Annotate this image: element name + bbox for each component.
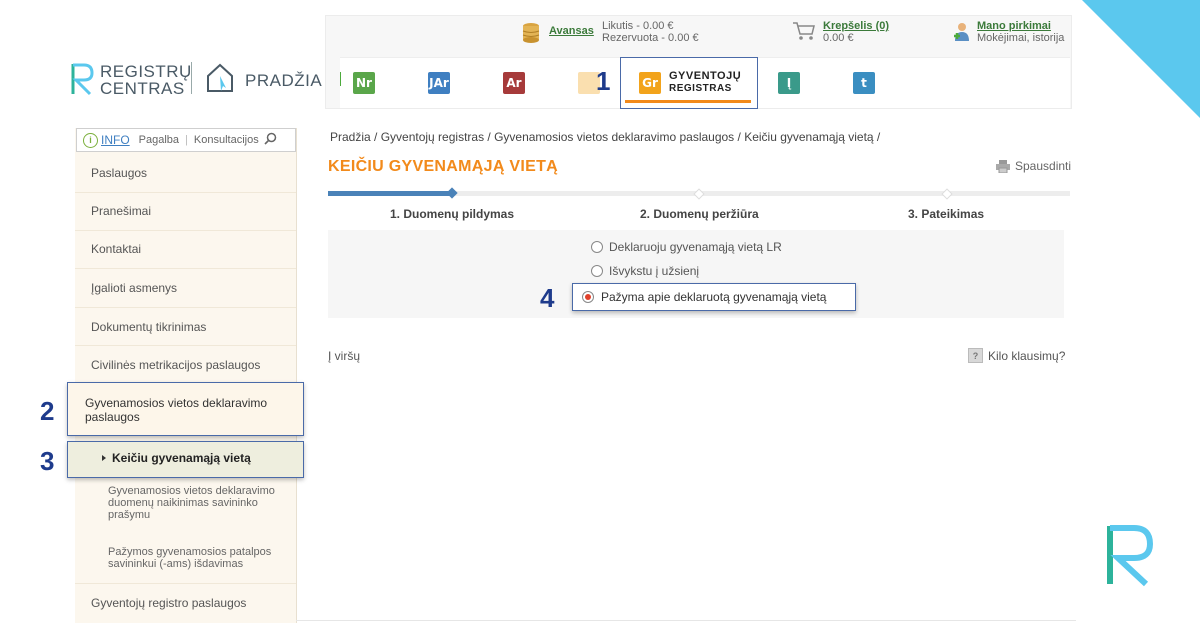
sidebar-item-paslaugos[interactable]: Paslaugos xyxy=(91,166,147,180)
option-pazyma-label[interactable]: Pažyma apie deklaruotą gyvenamąją vietą xyxy=(601,290,826,304)
sidebar-divider xyxy=(75,192,296,193)
step-1-label: 1. Duomenų pildymas xyxy=(390,207,515,221)
registru-centras-logo[interactable]: REGISTRŲ CENTRAS xyxy=(70,60,191,100)
adresu-registro-icon[interactable]: Ar xyxy=(503,72,525,94)
gyventoju-registras-icon: Gr xyxy=(639,72,661,94)
gr-label2: REGISTRAS xyxy=(669,83,732,94)
sidebar-sub-item-naikinimas[interactable]: Gyvenamosios vietos deklaravimo duomenų … xyxy=(108,485,288,521)
radio-deklaruoju[interactable] xyxy=(591,241,603,253)
sidebar-item-gyvenamosios-vietos[interactable]: Gyvenamosios vietos deklaravimo paslaugo… xyxy=(67,382,304,436)
user-plus-icon xyxy=(954,23,969,41)
info-icon[interactable]: i xyxy=(83,132,98,148)
question-icon: ? xyxy=(968,348,983,363)
sidebar-divider xyxy=(75,268,296,269)
sidebar-item-civilines[interactable]: Civilinės metrikacijos paslaugos xyxy=(91,358,260,372)
active-item-label: Keičiu gyvenamąją vietą xyxy=(112,451,251,465)
arrow-right-icon xyxy=(102,455,106,461)
sidebar-item-keiciu[interactable]: Keičiu gyvenamąją vietą xyxy=(67,441,304,478)
coins-icon xyxy=(522,23,540,43)
home-icon xyxy=(207,63,233,92)
cart-block[interactable]: Krepšelis (0) 0.00 € xyxy=(792,19,902,49)
sidebar-item-pranesimai[interactable]: Pranešimai xyxy=(91,204,151,218)
marker-3: 3 xyxy=(40,446,55,476)
sidebar-divider xyxy=(75,345,296,346)
sidebar-item-dokumentu[interactable]: Dokumentų tikrinimas xyxy=(91,320,206,334)
juridiniu-asmenu-icon[interactable]: JAr xyxy=(428,72,450,94)
sidebar-item-gyventoju-registro[interactable]: Gyventojų registro paslaugos xyxy=(91,596,246,610)
sidebar-sub-item-pazymos[interactable]: Pažymos gyvenamosios patalpos savininkui… xyxy=(108,546,288,570)
search-icon[interactable] xyxy=(264,132,277,148)
marker-4: 4 xyxy=(540,283,555,313)
turto-icon[interactable]: t xyxy=(853,72,875,94)
home-label: PRADŽIA xyxy=(245,71,323,90)
breadcrumb[interactable]: Pradžia / Gyventojų registras / Gyvenamo… xyxy=(330,130,880,144)
info-divider: | xyxy=(185,134,188,146)
avansas-block[interactable]: Avansas Likutis - 0.00 € Rezervuota - 0.… xyxy=(520,20,710,50)
active-tab-underline xyxy=(625,100,751,103)
sidebar-divider xyxy=(75,230,296,231)
avansas-link[interactable]: Avansas xyxy=(549,25,594,37)
active-group-label: Gyvenamosios vietos deklaravimo paslaugo… xyxy=(85,396,268,424)
isakymu-icon[interactable]: Į xyxy=(778,72,800,94)
home-link[interactable]: PRADŽIA xyxy=(205,62,322,96)
rezervuota-text: Rezervuota - 0.00 € xyxy=(602,32,699,44)
option-isvykstu-label[interactable]: Išvykstu į užsienį xyxy=(609,264,699,278)
purchases-link[interactable]: Mano pirkimai xyxy=(977,20,1051,32)
nekilnojamojo-turto-icon[interactable]: Nr xyxy=(353,72,375,94)
corner-decoration xyxy=(1082,0,1200,118)
gr-label1: GYVENTOJŲ xyxy=(669,70,742,82)
sidebar-divider xyxy=(75,307,296,308)
app-strip-divider xyxy=(340,72,341,86)
progress-current-marker xyxy=(446,187,458,199)
sidebar-divider xyxy=(75,583,296,584)
cart-icon xyxy=(793,22,815,40)
radio-pazyma[interactable] xyxy=(582,291,594,303)
footer-divider xyxy=(296,620,1076,621)
help-question-link[interactable]: ? Kilo klausimų? xyxy=(968,348,1065,363)
sidebar-item-igalioti[interactable]: Įgalioti asmenys xyxy=(91,281,177,295)
sidebar-item-kontaktai[interactable]: Kontaktai xyxy=(91,242,141,256)
info-link[interactable]: INFO xyxy=(101,133,130,147)
logo-line1: REGISTRŲ xyxy=(100,62,192,81)
printer-icon xyxy=(996,159,1010,173)
print-button[interactable]: Spausdinti xyxy=(996,159,1071,173)
step-2-label: 2. Duomenų peržiūra xyxy=(640,207,759,221)
progress-fill xyxy=(328,191,453,196)
radio-isvykstu[interactable] xyxy=(591,265,603,277)
marker-2: 2 xyxy=(40,396,55,426)
help-link[interactable]: Pagalba xyxy=(139,134,179,146)
page-title: KEIČIU GYVENAMĄJĄ VIETĄ xyxy=(328,158,559,175)
cart-amount: 0.00 € xyxy=(823,32,854,44)
purchases-block[interactable]: Mano pirkimai Mokėjimai, istorija xyxy=(952,19,1070,49)
logo-line2: CENTRAS xyxy=(100,79,185,98)
back-to-top-link[interactable]: Į viršų xyxy=(328,349,360,363)
purchases-sub: Mokėjimai, istorija xyxy=(977,32,1065,44)
gyventoju-registras-tab[interactable]: Gr GYVENTOJŲ REGISTRAS xyxy=(620,57,758,109)
cart-link[interactable]: Krepšelis (0) xyxy=(823,20,889,32)
help-question-label: Kilo klausimų? xyxy=(988,348,1066,363)
option-deklaruoju-label[interactable]: Deklaruoju gyvenamąją vietą LR xyxy=(609,240,782,254)
step-3-label: 3. Pateikimas xyxy=(908,207,985,221)
marker-1: 1 xyxy=(596,66,611,96)
consult-link[interactable]: Konsultacijos xyxy=(194,134,259,146)
print-label: Spausdinti xyxy=(1015,159,1072,173)
rc-logo-icon xyxy=(71,63,94,96)
rc-watermark-icon xyxy=(1107,525,1154,587)
option-pazyma[interactable]: Pažyma apie deklaruotą gyvenamąją vietą xyxy=(572,283,856,311)
info-bar: i INFO Pagalba | Konsultacijos xyxy=(76,128,296,152)
logo-divider xyxy=(191,62,192,94)
